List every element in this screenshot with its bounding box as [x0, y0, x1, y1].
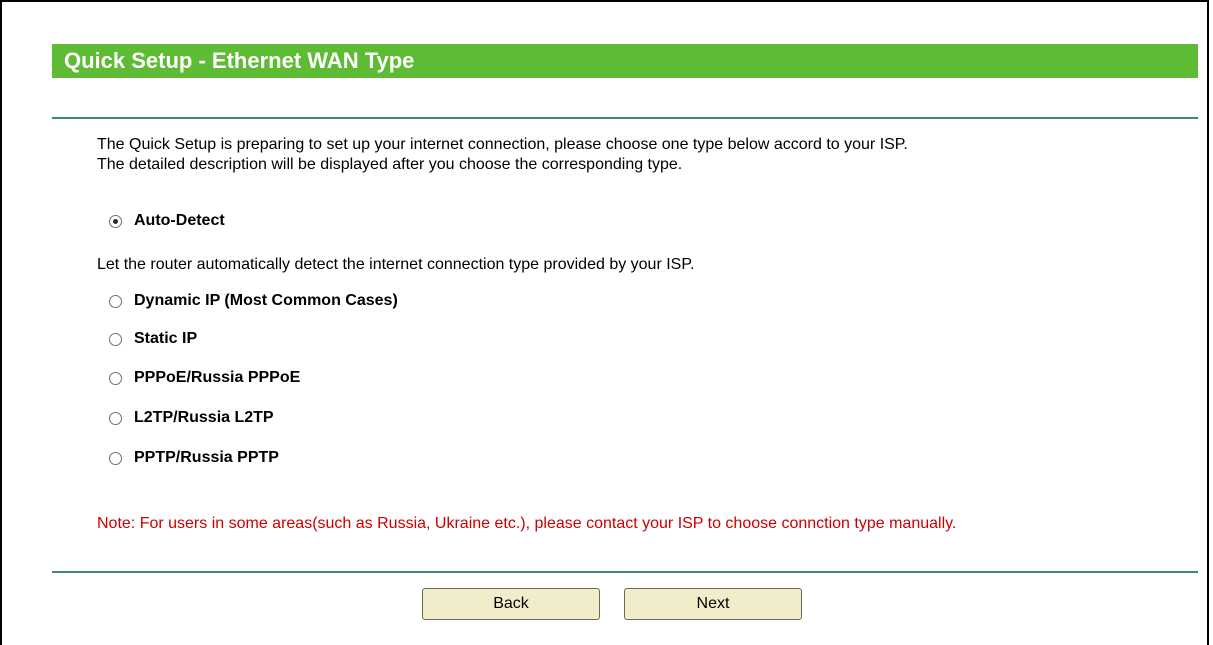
option-label: PPTP/Russia PPTP [134, 449, 279, 466]
radio-button-icon[interactable] [109, 214, 122, 228]
option-label: Dynamic IP (Most Common Cases) [134, 292, 398, 309]
page-title: Quick Setup - Ethernet WAN Type [52, 44, 1198, 78]
radio-button-icon[interactable] [109, 294, 122, 308]
radio-dynamic-ip[interactable]: Dynamic IP (Most Common Cases) [109, 290, 398, 312]
next-button[interactable]: Next [624, 588, 802, 620]
option-label: L2TP/Russia L2TP [134, 409, 274, 426]
radio-l2tp[interactable]: L2TP/Russia L2TP [109, 407, 274, 429]
page-frame [0, 0, 1209, 645]
radio-button-icon[interactable] [109, 371, 122, 385]
radio-button-icon[interactable] [109, 332, 122, 346]
back-button[interactable]: Back [422, 588, 600, 620]
radio-button-icon[interactable] [109, 411, 122, 425]
radio-button-icon[interactable] [109, 451, 122, 465]
intro-text: The Quick Setup is preparing to set up y… [97, 135, 908, 175]
bottom-divider [52, 571, 1198, 573]
radio-pppoe[interactable]: PPPoE/Russia PPPoE [109, 367, 300, 389]
option-description: Let the router automatically detect the … [97, 256, 695, 273]
intro-line-2: The detailed description will be display… [97, 156, 683, 173]
top-divider [52, 117, 1198, 119]
option-label: PPPoE/Russia PPPoE [134, 369, 301, 386]
intro-line-1: The Quick Setup is preparing to set up y… [97, 136, 908, 153]
radio-static-ip[interactable]: Static IP [109, 328, 197, 350]
radio-auto-detect[interactable]: Auto-Detect [109, 210, 225, 232]
option-label: Static IP [134, 330, 198, 347]
option-label: Auto-Detect [134, 212, 225, 229]
radio-pptp[interactable]: PPTP/Russia PPTP [109, 447, 279, 469]
note-text: Note: For users in some areas(such as Ru… [97, 515, 957, 532]
